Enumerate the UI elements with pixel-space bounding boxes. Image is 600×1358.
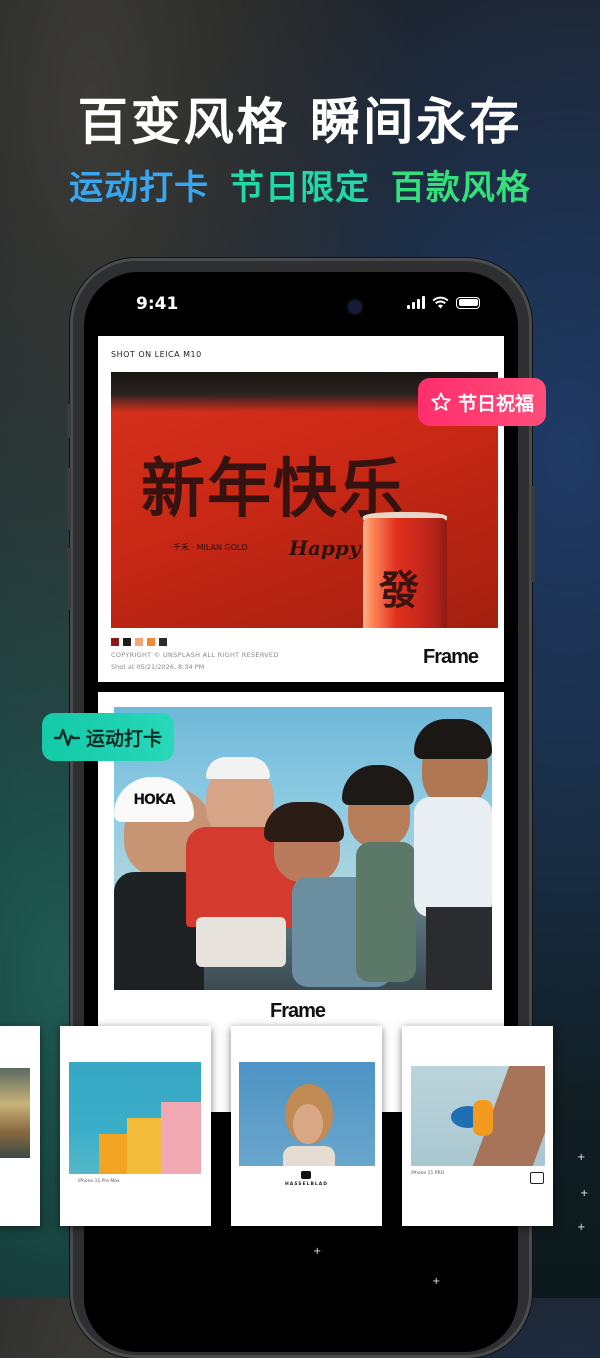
festival-badge[interactable]: 节日祝福 bbox=[418, 378, 546, 426]
phone-volume-down bbox=[67, 548, 71, 610]
festival-badge-label: 节日祝福 bbox=[458, 392, 535, 415]
sparkle-icon: + bbox=[580, 1188, 589, 1199]
sparkle-icon: + bbox=[432, 1276, 441, 1287]
can-glyph: 發 bbox=[379, 567, 419, 614]
subline-item-sport: 运动打卡 bbox=[69, 168, 210, 208]
preview-caption: iPhone 11 Pro Max bbox=[78, 1179, 120, 1184]
sport-badge-label: 运动打卡 bbox=[86, 727, 163, 750]
phone-mute-switch bbox=[67, 404, 71, 438]
cap-logo: HOKA bbox=[114, 777, 194, 822]
shot-at-text: Shot at 05/21/2026, 8:34 PM bbox=[111, 663, 205, 671]
preview-photo bbox=[411, 1066, 545, 1166]
swatch bbox=[159, 638, 167, 646]
activity-pulse-icon bbox=[54, 728, 80, 747]
subline-item-festival: 节日限定 bbox=[230, 168, 370, 208]
frame-preview-card[interactable] bbox=[0, 1026, 40, 1226]
status-icons bbox=[407, 296, 480, 309]
sparkle-icon: + bbox=[577, 1222, 586, 1233]
signal-icon bbox=[407, 296, 425, 309]
sport-badge[interactable]: 运动打卡 bbox=[42, 713, 174, 761]
battery-icon bbox=[456, 296, 480, 309]
swatch bbox=[111, 638, 119, 646]
preview-caption: HASSELBLAD bbox=[285, 1182, 328, 1187]
preview-photo bbox=[69, 1062, 201, 1174]
frame-logo-text: Frame bbox=[423, 646, 479, 668]
swatch bbox=[147, 638, 155, 646]
swatch bbox=[123, 638, 131, 646]
frame-preview-card[interactable]: iPhone 11 Pro Max bbox=[60, 1026, 211, 1226]
phone-volume-up bbox=[67, 468, 71, 530]
subline: 运动打卡 节日限定 百款风格 bbox=[0, 160, 600, 209]
swatch bbox=[135, 638, 143, 646]
headline: 百变风格 瞬间永存 bbox=[77, 93, 523, 151]
frame-logo-text: Frame bbox=[270, 1000, 326, 1022]
frame-logo: Frame bbox=[270, 1000, 326, 1023]
camera-label: SHOT ON LEICA M10 bbox=[111, 350, 202, 359]
phone-power-button bbox=[531, 486, 535, 582]
subline-item-styles: 百款风格 bbox=[390, 168, 531, 208]
frame-preview-card[interactable]: iPhone 11 PRO bbox=[402, 1026, 553, 1226]
hasselblad-logo-icon bbox=[301, 1171, 311, 1179]
camera-icon bbox=[348, 300, 362, 314]
dynamic-island bbox=[249, 290, 353, 322]
status-time: 9:41 bbox=[136, 294, 179, 314]
star-icon bbox=[431, 392, 451, 411]
photo-small-text: 千禾 · MILAN GOLD bbox=[173, 543, 248, 552]
preview-photo bbox=[239, 1062, 375, 1166]
frame-preview-card[interactable]: HASSELBLAD bbox=[231, 1026, 382, 1226]
wifi-icon bbox=[432, 296, 449, 309]
preview-caption: iPhone 11 PRO bbox=[411, 1171, 445, 1176]
frame-logo: Frame bbox=[423, 646, 479, 669]
copyright-text: COPYRIGHT © UNSPLASH ALL RIGHT RESERVED bbox=[111, 651, 279, 659]
photo-happy-text: Happy bbox=[289, 536, 361, 560]
sparkle-icon: + bbox=[577, 1152, 586, 1163]
preview-photo bbox=[0, 1068, 30, 1158]
sparkle-icon: + bbox=[313, 1246, 322, 1257]
camera-icon bbox=[530, 1172, 544, 1184]
color-swatches bbox=[111, 638, 167, 646]
